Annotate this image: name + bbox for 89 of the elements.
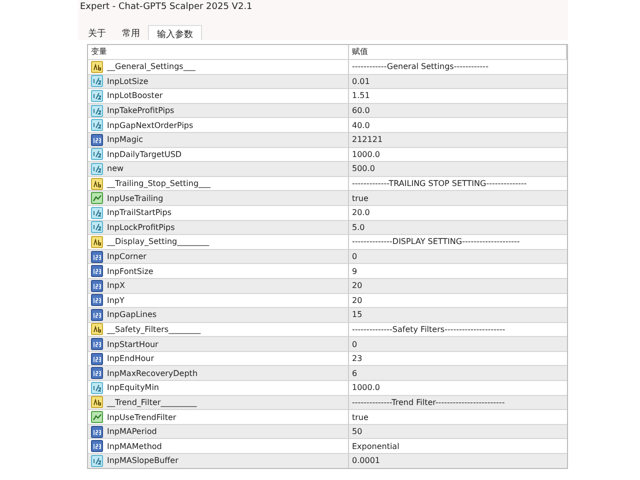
decimal-type-icon (91, 162, 103, 175)
parameter-value[interactable]: 1000.0 (352, 383, 380, 392)
decimal-type-icon (91, 75, 103, 88)
parameter-value[interactable]: 20 (352, 281, 362, 290)
column-header: 变量 (88, 45, 349, 59)
parameter-name: InpGapLines (107, 310, 157, 320)
integer-type-icon (91, 338, 103, 350)
decimal-type-icon (91, 90, 103, 102)
decimal-type-icon (91, 454, 103, 467)
parameter-name: __Trend_Filter_________ (107, 398, 197, 407)
parameter-name: InpMAPeriod (107, 427, 157, 436)
boolean-type-icon (91, 192, 103, 204)
parameter-name: __General_Settings___ (107, 62, 196, 72)
parameter-value[interactable]: 5.0 (352, 222, 365, 232)
parameter-value[interactable]: 40.0 (352, 120, 370, 130)
decimal-type-icon (91, 148, 103, 160)
parameter-name: InpDailyTargetUSD (107, 150, 182, 159)
parameter-name: InpMaxRecoveryDepth (107, 368, 198, 378)
parameter-value[interactable]: ------------General Settings------------ (352, 62, 488, 72)
text-type-icon (91, 60, 103, 73)
integer-type-icon (91, 265, 103, 278)
parameter-name: InpEndHour (107, 354, 154, 364)
parameter-name: InpMagic (107, 135, 144, 144)
parameter-name: InpCorner (107, 252, 146, 262)
parameter-value[interactable]: 0.01 (352, 76, 370, 86)
parameter-name: InpX (107, 281, 125, 290)
integer-type-icon (91, 294, 103, 306)
column-header: 赋值 (349, 45, 567, 59)
tab[interactable]: 输入参数 (148, 25, 202, 40)
parameter-value[interactable]: 6 (352, 368, 358, 378)
parameter-name: InpTakeProfitPips (107, 106, 174, 116)
decimal-type-icon (91, 206, 103, 219)
integer-type-icon (91, 308, 103, 321)
parameter-name: InpEquityMin (107, 383, 159, 392)
decimal-type-icon (91, 119, 103, 132)
parameter-value[interactable]: 500.0 (352, 164, 375, 174)
tab[interactable]: 常用 (114, 25, 148, 40)
parameter-value[interactable]: -------------TRAILING STOP SETTING-------------- (352, 179, 527, 188)
text-type-icon (91, 236, 103, 248)
parameter-value[interactable]: --------------DISPLAY SETTING-------------------- (352, 237, 520, 246)
text-type-icon (91, 396, 103, 408)
parameter-name: InpLotSize (107, 76, 148, 86)
parameter-value[interactable]: 9 (352, 266, 358, 276)
parameter-value[interactable]: 50 (352, 427, 362, 436)
integer-type-icon (91, 352, 103, 365)
parameter-value[interactable]: 0 (352, 340, 358, 349)
integer-type-icon (91, 367, 103, 380)
parameter-name: InpStartHour (107, 340, 158, 349)
parameter-value[interactable]: 20 (352, 296, 362, 305)
window-title: Expert - Chat-GPT5 Scalper 2025 V2.1 (79, 1, 254, 14)
parameter-name: __Trailing_Stop_Setting___ (107, 179, 211, 188)
parameter-name: new (107, 164, 124, 174)
parameter-name: InpLotBooster (107, 91, 163, 100)
integer-type-icon (91, 426, 103, 438)
parameter-name: InpUseTrendFilter (107, 412, 176, 422)
parameter-value[interactable]: --------------Safety Filters--------------------- (352, 324, 506, 334)
text-type-icon (91, 323, 103, 336)
parameter-value[interactable]: 1000.0 (352, 150, 380, 159)
integer-type-icon (91, 250, 103, 263)
parameter-value[interactable]: Exponential (352, 442, 400, 451)
integer-type-icon (91, 134, 103, 146)
parameter-name: InpUseTrailing (107, 194, 164, 203)
parameter-value[interactable]: 23 (352, 354, 362, 364)
text-type-icon (91, 178, 103, 190)
parameter-name: __Display_Setting________ (107, 237, 210, 246)
tab[interactable]: 关于 (80, 25, 114, 40)
parameter-value[interactable]: 1.51 (352, 91, 370, 100)
parameter-value[interactable]: 212121 (352, 135, 383, 144)
boolean-type-icon (91, 411, 103, 424)
parameter-value[interactable]: true (352, 412, 368, 422)
integer-type-icon (91, 440, 103, 452)
parameter-value[interactable]: 15 (352, 310, 362, 320)
decimal-type-icon (91, 382, 103, 394)
parameter-name: InpFontSize (107, 266, 154, 276)
parameter-name: InpMAMethod (107, 442, 162, 451)
parameter-value[interactable]: true (352, 194, 368, 203)
parameter-value[interactable]: 60.0 (352, 106, 370, 116)
parameter-value[interactable]: 0 (352, 252, 358, 262)
parameter-name: InpLockProfitPips (107, 222, 175, 232)
decimal-type-icon (91, 104, 103, 117)
parameter-value[interactable]: 0.0001 (352, 456, 380, 466)
parameter-name: __Safety_Filters________ (107, 324, 201, 334)
parameter-name: InpGapNextOrderPips (107, 120, 194, 130)
parameter-name: InpY (107, 296, 124, 305)
parameter-name: InpTrailStartPips (107, 208, 172, 218)
parameter-value[interactable]: 20.0 (352, 208, 370, 218)
decimal-type-icon (91, 221, 103, 234)
parameter-name: InpMASlopeBuffer (107, 456, 178, 466)
integer-type-icon (91, 280, 103, 292)
